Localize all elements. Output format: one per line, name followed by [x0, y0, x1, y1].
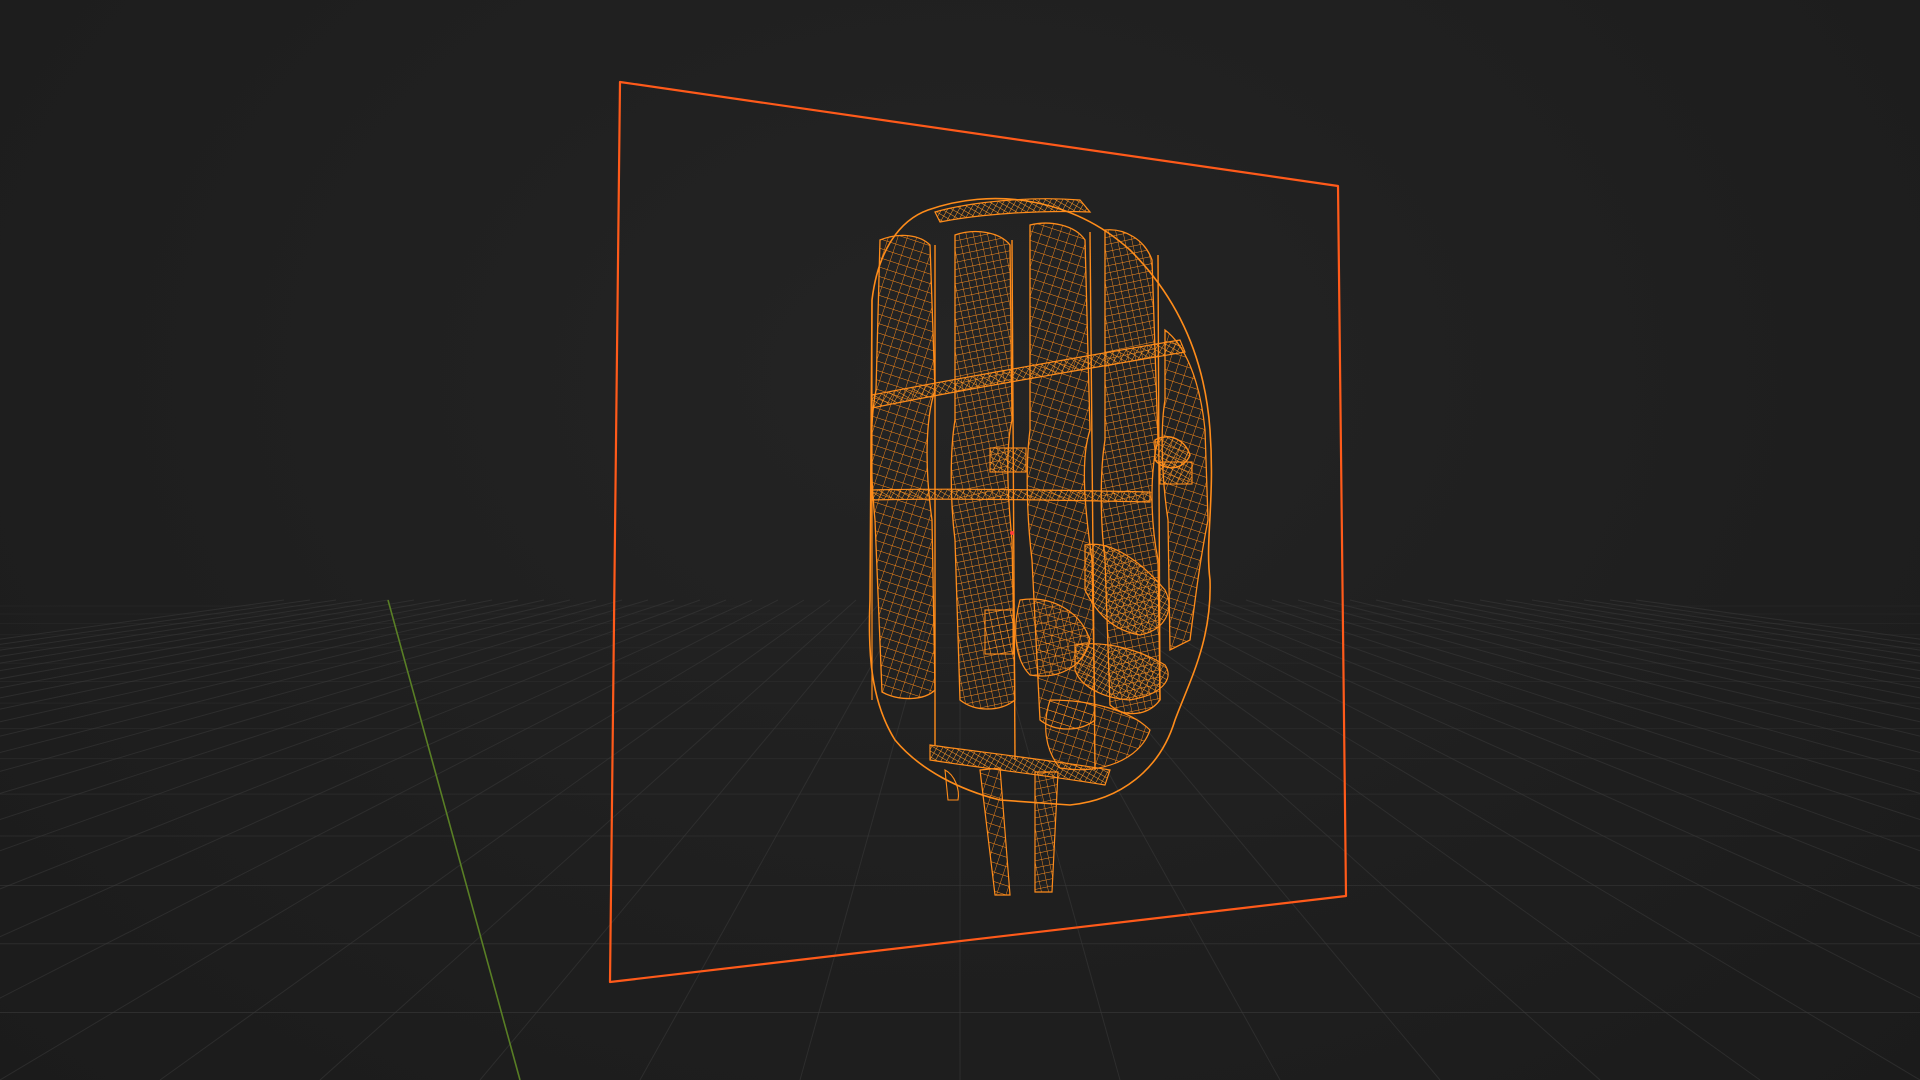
grid-line	[319, 599, 857, 1080]
grid-line	[1245, 599, 1920, 821]
grid-line	[0, 599, 415, 672]
grid-line	[1531, 599, 1920, 664]
grid-line	[0, 599, 467, 689]
grid-line	[1115, 599, 1920, 1080]
grid-line	[0, 599, 311, 645]
grid-line	[0, 599, 441, 680]
grid-line	[1609, 599, 1920, 645]
grid-line	[1089, 599, 1761, 1080]
grid-line	[1479, 599, 1920, 680]
grid-line	[159, 599, 831, 1080]
grid-line	[0, 599, 285, 640]
grid-line	[639, 599, 909, 1080]
grid-line	[1219, 599, 1920, 852]
grid-line	[1453, 599, 1920, 689]
grid-line	[0, 599, 363, 657]
grid-line	[1401, 599, 1920, 710]
grid-line	[1505, 599, 1920, 672]
grid-line	[1167, 599, 1920, 938]
grid-line	[0, 599, 779, 999]
grid-line	[1271, 599, 1920, 794]
grid-line	[1323, 599, 1920, 754]
grid-line	[0, 599, 337, 651]
grid-line	[0, 599, 675, 821]
grid-line	[1193, 599, 1920, 890]
grid-line	[0, 599, 597, 754]
3d-viewport[interactable]	[0, 0, 1920, 1080]
grid-line	[0, 599, 519, 710]
grid-line	[1583, 599, 1920, 651]
grid-line	[0, 599, 753, 938]
grid-line	[479, 599, 883, 1080]
grid-line	[1557, 599, 1920, 657]
grid-line	[1427, 599, 1920, 699]
neck-slab-right	[1034, 771, 1059, 893]
object-origin-point[interactable]	[1010, 531, 1014, 535]
grid-line	[0, 599, 623, 772]
grid-line	[0, 599, 701, 852]
grid-line	[0, 599, 727, 890]
grid-line	[0, 599, 389, 664]
grid-line	[1297, 599, 1920, 772]
grid-line	[1635, 599, 1920, 640]
grid-line	[0, 599, 493, 699]
grid-line	[0, 599, 805, 1080]
head-wireframe-mesh[interactable]	[868, 197, 1213, 896]
neck-slab-left	[979, 767, 1011, 896]
grid-line	[1141, 599, 1920, 999]
grid-line	[0, 599, 649, 794]
